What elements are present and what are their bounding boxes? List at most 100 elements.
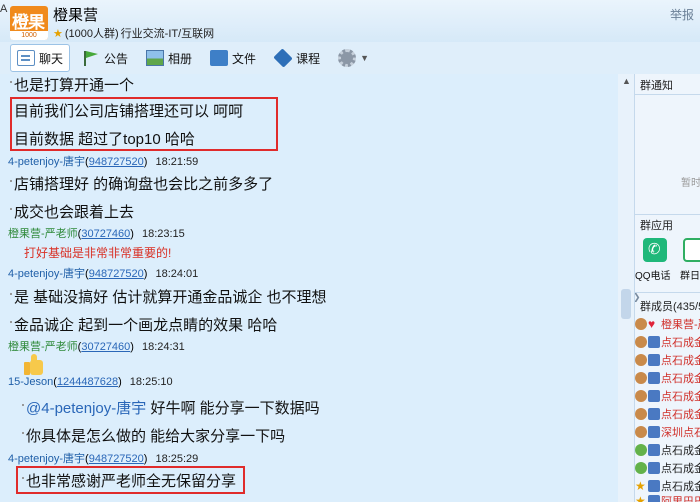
course-icon (273, 48, 293, 68)
sender-qq[interactable]: 948727520 (89, 453, 144, 465)
member-badge-icon (648, 480, 660, 492)
message-line: @4-petenjoy-唐宇 好牛啊 能分享一下数据吗 (22, 397, 320, 418)
message-time: 18:25:10 (129, 376, 173, 388)
avatar (635, 462, 647, 474)
tab-chat[interactable]: 聊天 (10, 44, 71, 72)
avatar (635, 426, 647, 438)
message-line: 是 基础没搞好 估计就算开通金品诚企 也不理想 (10, 286, 327, 307)
sender-name[interactable]: 橙果营-严老师 (8, 228, 78, 240)
group-categories: 行业交流-IT/互联网 (120, 28, 215, 40)
chat-messages[interactable]: 也是打算开通一个 目前我们公司店铺搭理还可以 呵呵 目前数据 超过了top10 … (0, 74, 618, 502)
message-text: 打好基础是非常非常重要的! (24, 246, 172, 260)
highlight-box (16, 466, 245, 494)
message-time: 18:25:29 (155, 453, 199, 465)
message-time: 18:23:15 (141, 228, 185, 240)
sender-name[interactable]: 15-Jeson (8, 376, 53, 388)
tab-album[interactable]: 相册 (140, 44, 198, 72)
notice-text: 暂时 (681, 178, 700, 189)
message-time: 18:21:59 (155, 156, 199, 168)
message-sender: 4-petenjoy-唐宇(948727520) 18:24:01 (8, 268, 199, 280)
app-label-calendar: 群日 (680, 271, 700, 282)
highlight-box (10, 97, 278, 151)
report-link[interactable]: 举报 (670, 6, 694, 23)
member-item[interactable]: 点石成金 (635, 459, 700, 477)
member-badge-icon (648, 354, 660, 366)
member-item[interactable]: 点石成金 (635, 405, 700, 423)
sender-name[interactable]: 4-petenjoy-唐宇 (8, 268, 85, 280)
star-icon: ★ (635, 479, 646, 493)
star-icon: ★ (635, 494, 646, 502)
member-item[interactable]: 点石成金 (635, 369, 700, 387)
settings-menu[interactable]: ▼ (332, 44, 375, 72)
tab-files[interactable]: 文件 (204, 44, 262, 72)
sender-name[interactable]: 4-petenjoy-唐宇 (8, 453, 85, 465)
member-item[interactable]: 点石成金 (635, 333, 700, 351)
flag-icon (84, 51, 99, 66)
group-info: ★ (1000人群) 行业交流-IT/互联网 (53, 25, 214, 41)
member-item[interactable]: ★阿里巴巴 (635, 492, 700, 502)
thumbs-up-icon (24, 354, 44, 376)
member-badge-icon (648, 372, 660, 384)
app-label-phone: QQ电话 (635, 271, 671, 282)
member-badge-icon (648, 495, 660, 502)
sender-qq[interactable]: 948727520 (89, 268, 144, 280)
message-time: 18:24:31 (141, 341, 185, 353)
avatar (635, 444, 647, 456)
member-item[interactable]: 点石成金 (635, 387, 700, 405)
photo-icon (146, 50, 165, 66)
group-avatar[interactable]: 橙果 1000 (10, 6, 48, 40)
folder-icon (210, 50, 229, 66)
group-header: A 橙果 1000 橙果营 ★ (1000人群) 行业交流-IT/互联网 举报 (0, 0, 700, 42)
sender-name[interactable]: 橙果营-严老师 (8, 341, 78, 353)
corner-letter: A (0, 3, 8, 15)
sender-qq[interactable]: 30727460 (81, 341, 130, 353)
sender-qq[interactable]: 30727460 (81, 228, 130, 240)
member-badge-icon (648, 408, 660, 420)
avatar (635, 390, 647, 402)
members-title: 群成员(435/5 (640, 301, 700, 313)
member-item[interactable]: 深圳点石 (635, 423, 700, 441)
heart-icon: ♥ (648, 317, 656, 331)
member-badge-icon (648, 462, 660, 474)
member-item[interactable]: ♥橙果营-严 (635, 315, 700, 333)
avatar (635, 318, 647, 330)
message-sender: 橙果营-严老师(30727460) 18:24:31 (8, 341, 185, 353)
avatar (635, 372, 647, 384)
member-item[interactable]: 点石成金 (635, 441, 700, 459)
notice-title: 群通知 (640, 80, 673, 92)
tab-course[interactable]: 课程 (268, 44, 326, 72)
scroll-thumb[interactable] (621, 289, 631, 319)
message-time: 18:24:01 (155, 268, 199, 280)
member-count: (1000人群) (64, 28, 119, 40)
group-name[interactable]: 橙果营 (53, 4, 98, 25)
member-badge-icon (648, 426, 660, 438)
tab-album-label: 相册 (168, 51, 193, 66)
sender-qq[interactable]: 948727520 (89, 156, 144, 168)
calendar-icon[interactable] (683, 238, 700, 262)
sender-name[interactable]: 4-petenjoy-唐宇 (8, 156, 85, 168)
gear-icon (338, 49, 357, 67)
chevron-down-icon: ▼ (360, 53, 369, 63)
tab-announcement-label: 公告 (104, 51, 129, 66)
message-sender: 4-petenjoy-唐宇(948727520) 18:25:29 (8, 453, 199, 465)
message-line: 你具体是怎么做的 能给大家分享一下吗 (22, 425, 285, 446)
message-line: 店铺搭理好 的确询盘也会比之前多多了 (10, 173, 273, 194)
phone-icon[interactable] (643, 238, 667, 262)
apps-title: 群应用 (640, 220, 673, 232)
logo-text: 橙果 (12, 13, 45, 32)
chevron-up-icon[interactable]: ▲ (622, 76, 631, 86)
logo-sub: 1000 (10, 31, 48, 40)
avatar (635, 354, 647, 366)
message-sender: 4-petenjoy-唐宇(948727520) 18:21:59 (8, 156, 199, 168)
tab-announcement[interactable]: 公告 (76, 44, 134, 72)
avatar (635, 408, 647, 420)
star-icon: ★ (53, 27, 63, 40)
member-item[interactable]: 点石成金 (635, 351, 700, 369)
group-side-panel: ❯ 群通知 暂时 群应用 QQ电话 群日 群成员(435/5 ♥橙果营-严 点石… (634, 74, 700, 502)
sender-qq[interactable]: 1244487628 (57, 376, 118, 388)
chat-scrollbar[interactable]: ▲ (618, 74, 634, 502)
mention-link[interactable]: @4-petenjoy-唐宇 (26, 400, 146, 417)
member-badge-icon (648, 444, 660, 456)
tab-files-label: 文件 (232, 51, 257, 66)
message-sender: 15-Jeson(1244487628) 18:25:10 (8, 376, 173, 388)
